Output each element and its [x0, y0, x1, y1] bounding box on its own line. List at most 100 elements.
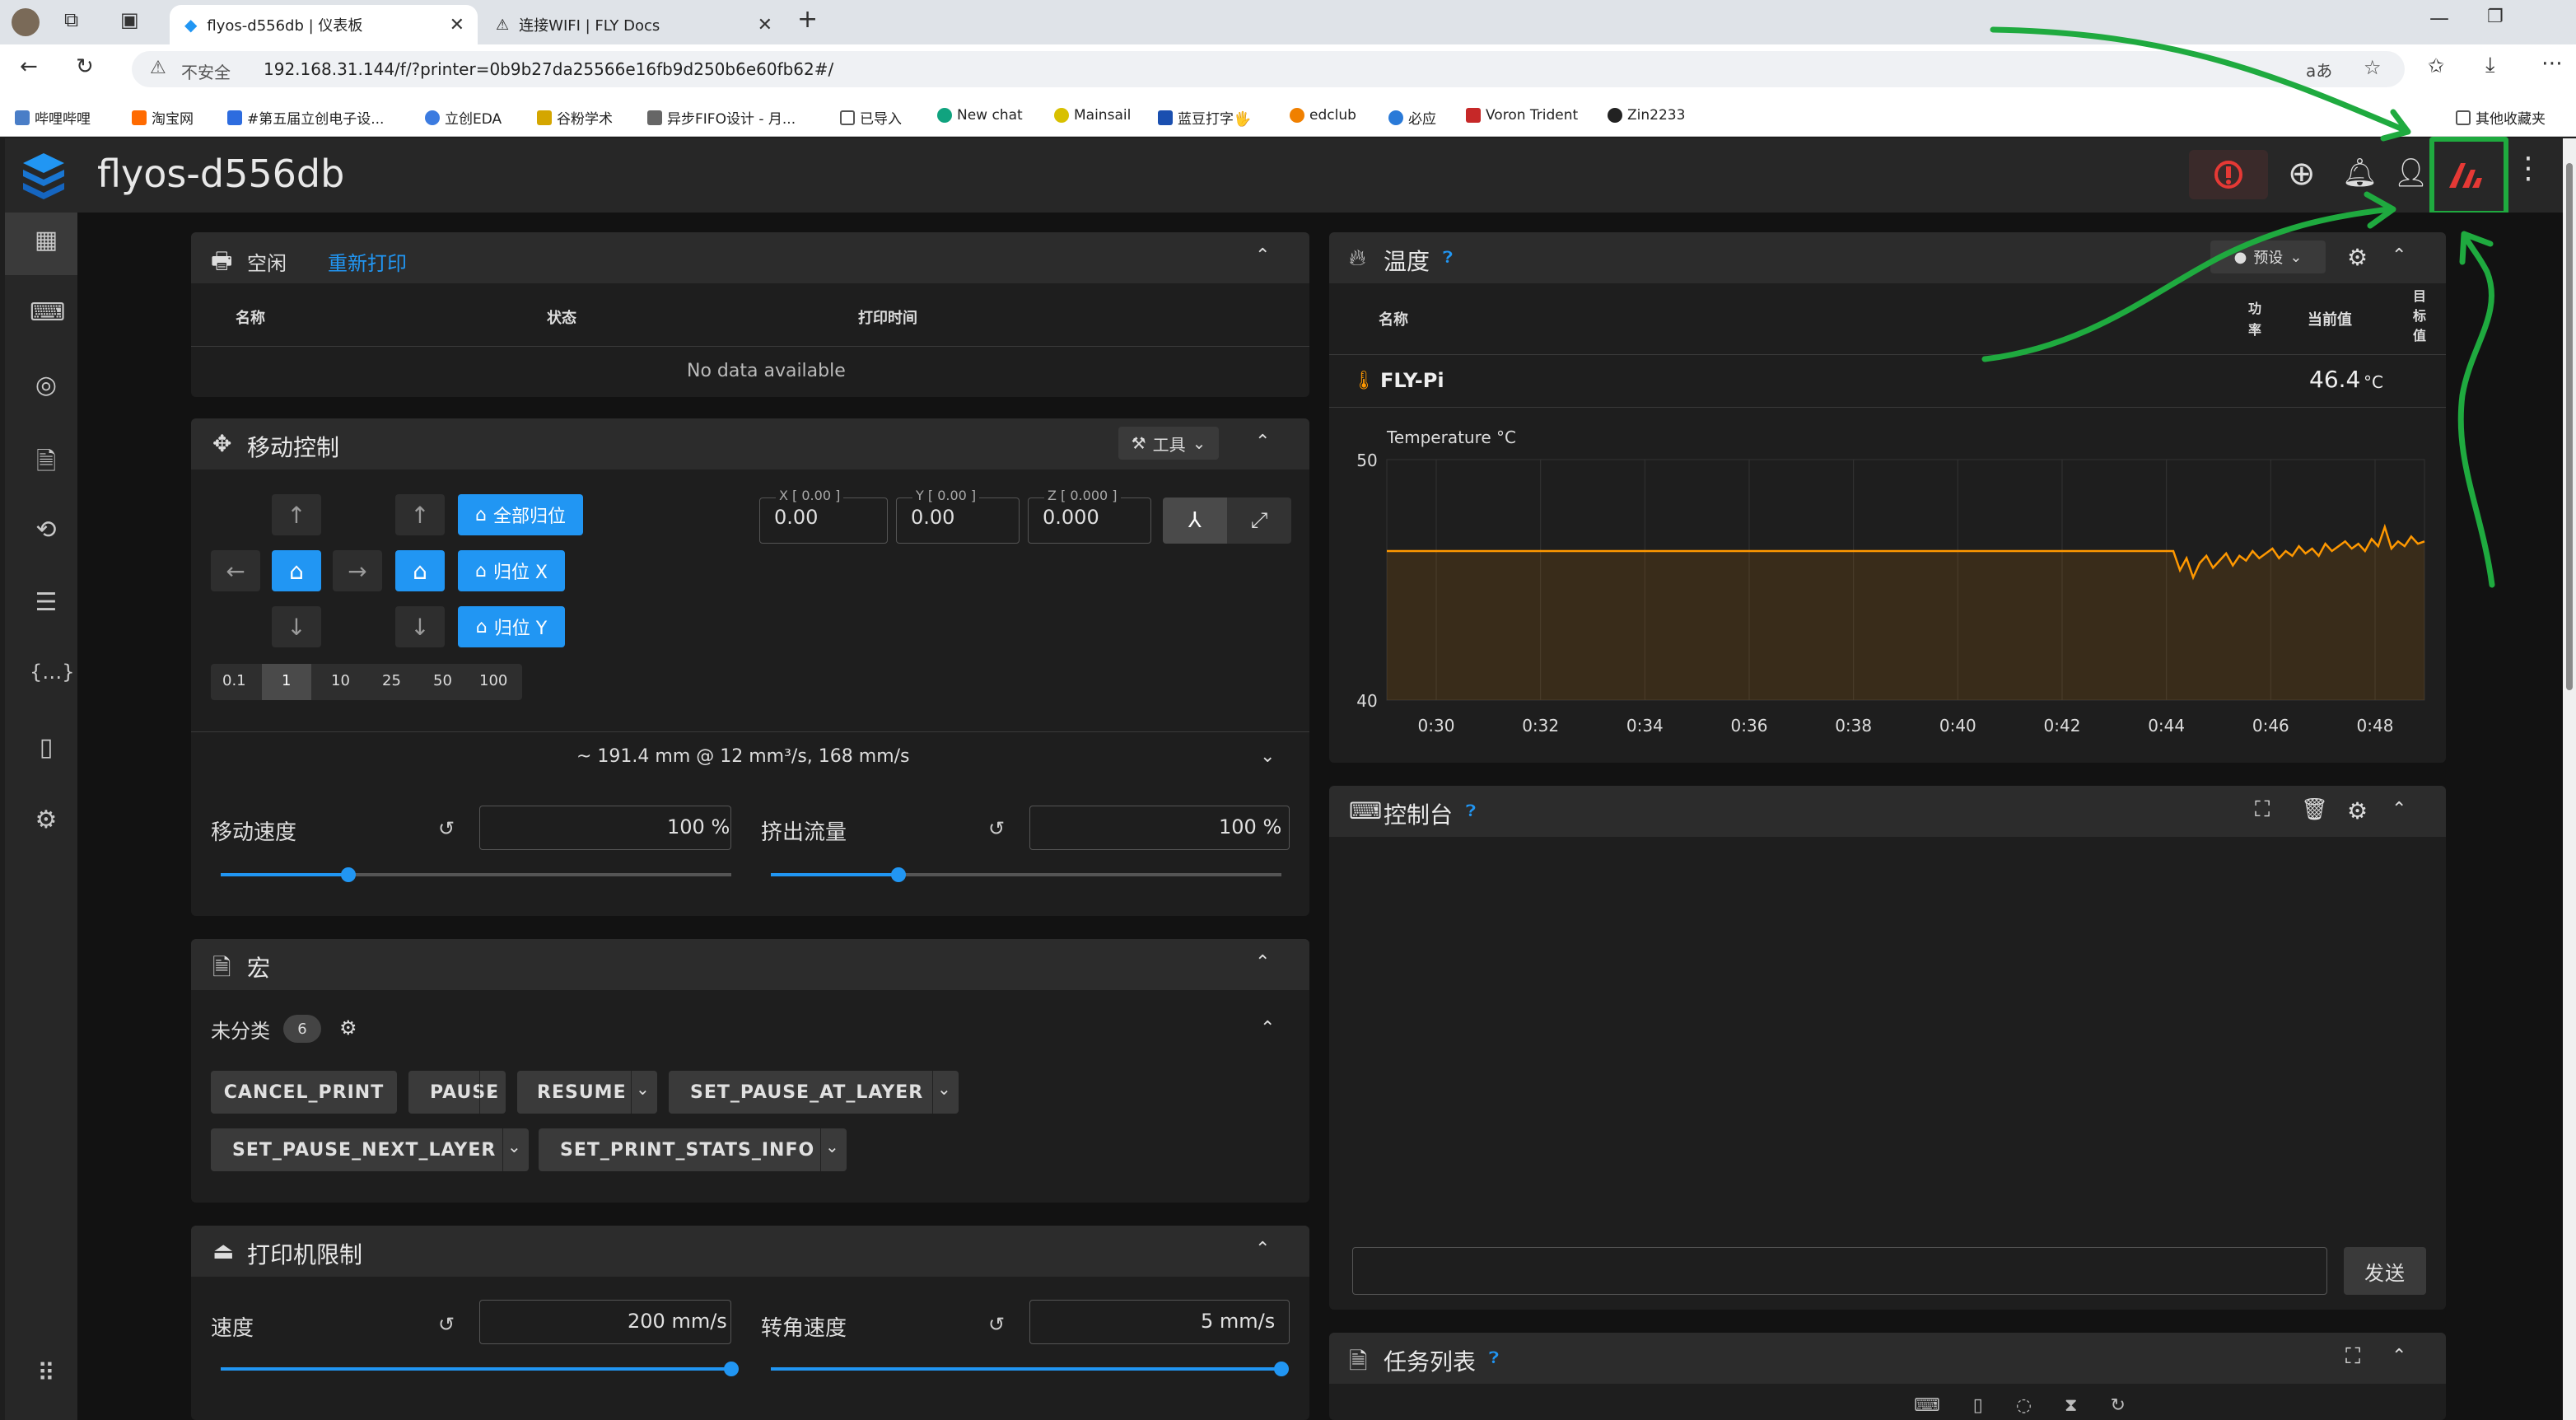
bookmark-bing[interactable]: 必应 [1388, 107, 1436, 128]
move-x-plus-button[interactable]: → [333, 550, 382, 591]
collapse-icon[interactable]: ⌃ [2392, 799, 2406, 820]
read-aloud-icon[interactable]: aあ [2306, 58, 2332, 82]
expand-button[interactable]: ⤢ [1227, 497, 1291, 544]
home-x-button[interactable]: ⌂ 归位 X [458, 550, 565, 591]
macro-set-print-stats-info-button[interactable]: SET_PRINT_STATS_INFO [539, 1128, 847, 1171]
column-header-power[interactable]: 功率 [2248, 298, 2263, 341]
tune-icon[interactable]: ☰ [30, 588, 63, 617]
heightmap-icon[interactable]: ◎ [30, 371, 63, 399]
collapse-icon[interactable]: ⌃ [1255, 432, 1270, 452]
tab-actions-icon[interactable]: ▣ [120, 8, 139, 31]
bookmark-taobao[interactable]: 淘宝网 [132, 107, 194, 128]
column-header-current[interactable]: 当前值 [2308, 308, 2352, 329]
reset-speed-icon[interactable]: ↺ [438, 1313, 455, 1336]
help-icon[interactable]: ❓︎ [1443, 247, 1453, 267]
url-field[interactable]: ⚠ 不安全 192.168.31.144/f/?printer=0b9b27da… [132, 51, 2405, 87]
temperature-chart[interactable]: Temperature °C 0:30 0:32 0:34 0:36 0:38 0:40 0:… [1329, 410, 2446, 756]
minimize-icon[interactable]: — [2429, 7, 2449, 30]
emergency-stop-button[interactable] [2189, 150, 2268, 199]
reload-icon[interactable]: ↻ [76, 54, 94, 79]
corner-speed-knob[interactable] [1274, 1362, 1289, 1376]
bookmark-imported[interactable]: 已导入 [840, 107, 902, 128]
home-z-button[interactable]: ⌂ [395, 550, 445, 591]
history-icon[interactable]: ⟲ [30, 516, 63, 544]
collapse-icon[interactable]: ⌃ [2392, 1346, 2406, 1366]
tab-fly-docs[interactable]: ⚠ 连接WIFI | FLY Docs ✕ [481, 5, 786, 44]
app-logo-icon[interactable] [21, 152, 66, 199]
chevron-down-icon[interactable]: ⌄ [1260, 746, 1275, 767]
collapse-icon[interactable]: ⌃ [2392, 245, 2406, 266]
favorite-star-icon[interactable]: ☆ [2364, 56, 2382, 79]
bookmark-fifo[interactable]: 异步FIFO设计 - 月... [647, 107, 796, 128]
collapse-icon[interactable]: ⌃ [1255, 245, 1270, 266]
move-y-plus-button[interactable]: ↑ [272, 494, 321, 535]
page-scrollbar[interactable] [2563, 138, 2576, 1420]
step-1[interactable]: 1 [282, 672, 291, 689]
favorites-icon[interactable]: ✩ [2428, 54, 2444, 77]
trash-icon[interactable]: 🗑︎ [2301, 797, 2328, 822]
macro-group-label[interactable]: 未分类 [211, 1015, 270, 1044]
gear-icon[interactable]: ⚙ [339, 1016, 357, 1039]
apps-grid-icon[interactable]: ⠿ [30, 1359, 63, 1388]
column-header-name[interactable]: 名称 [1379, 308, 1408, 329]
speed-slider-knob[interactable] [341, 867, 356, 882]
reset-speed-icon[interactable]: ↺ [438, 817, 455, 840]
send-button[interactable]: 发送 [2344, 1247, 2426, 1295]
flow-slider-knob[interactable] [891, 867, 906, 882]
column-header-status[interactable]: 状态 [547, 306, 576, 328]
chevron-down-icon[interactable]: ⌄ [484, 1079, 498, 1099]
console-icon[interactable]: ⌨ [30, 298, 65, 327]
help-icon[interactable]: ❓︎ [1489, 1348, 1499, 1367]
bookmark-gufen[interactable]: 谷粉学术 [537, 107, 613, 128]
step-100[interactable]: 100 [479, 672, 507, 689]
back-icon[interactable]: ← [20, 54, 38, 79]
move-z-plus-button[interactable]: ↑ [395, 494, 445, 535]
step-0.1[interactable]: 0.1 [222, 672, 246, 689]
collapse-icon[interactable]: ⌃ [1255, 1239, 1270, 1259]
chevron-down-icon[interactable]: ⌄ [507, 1137, 521, 1156]
config-icon[interactable]: {…} [30, 661, 75, 684]
fly-brand-icon[interactable] [2446, 158, 2485, 191]
bookmark-new-chat[interactable]: New chat [937, 107, 1023, 124]
home-y-button[interactable]: ⌂ 归位 Y [458, 606, 565, 647]
profile-avatar[interactable] [12, 8, 40, 36]
bookmark-edclub[interactable]: edclub [1290, 107, 1356, 124]
scrollbar-thumb[interactable] [2566, 163, 2573, 690]
kinematics-button[interactable]: ⅄ [1163, 497, 1227, 544]
bookmark-github[interactable]: Zin2233 [1608, 107, 1685, 124]
home-xy-button[interactable]: ⌂ [272, 550, 321, 591]
sensor-name[interactable]: FLY-Pi [1380, 369, 1444, 392]
bookmark-lceda-contest[interactable]: #第五届立创电子设... [227, 107, 384, 128]
fullscreen-icon[interactable]: ⛶ [2255, 797, 2270, 823]
new-tab-button[interactable]: + [797, 5, 818, 34]
step-25[interactable]: 25 [382, 672, 401, 689]
macro-set-pause-at-layer-button[interactable]: SET_PAUSE_AT_LAYER [669, 1071, 959, 1114]
move-y-minus-button[interactable]: ↓ [272, 606, 321, 647]
files-icon[interactable]: 🗎︎ [30, 443, 63, 485]
help-icon[interactable]: ❓︎ [1466, 801, 1476, 820]
close-icon[interactable]: ✕ [758, 15, 772, 35]
column-header-time[interactable]: 打印时间 [858, 306, 917, 328]
chevron-down-icon[interactable]: ⌄ [825, 1137, 839, 1156]
home-all-button[interactable]: ⌂ 全部归位 [458, 494, 583, 535]
reset-corner-icon[interactable]: ↺ [988, 1313, 1005, 1336]
dashboard-icon[interactable]: ▦ [30, 226, 63, 255]
collapse-icon[interactable]: ⌃ [1260, 1018, 1275, 1039]
bookmark-voron[interactable]: Voron Trident [1466, 107, 1578, 124]
download-icon[interactable]: ⤓ [2485, 53, 2495, 78]
close-icon[interactable]: ✕ [450, 15, 464, 35]
macro-cancel-print-button[interactable]: CANCEL_PRINT [211, 1071, 397, 1114]
limit-speed-knob[interactable] [724, 1362, 739, 1376]
reset-flow-icon[interactable]: ↺ [988, 817, 1005, 840]
bookmark-typing[interactable]: 蓝豆打字🖐 [1158, 107, 1251, 128]
move-z-minus-button[interactable]: ↓ [395, 606, 445, 647]
macro-set-pause-next-layer-button[interactable]: SET_PAUSE_NEXT_LAYER [211, 1128, 529, 1171]
tools-menu-button[interactable]: ⚒ 工具 ⌄ [1118, 427, 1219, 460]
reprint-link[interactable]: 重新打印 [328, 247, 407, 276]
step-10[interactable]: 10 [331, 672, 350, 689]
bookmark-mainsail[interactable]: Mainsail [1054, 107, 1131, 124]
user-icon[interactable]: 👤︎ [2393, 156, 2429, 189]
maximize-icon[interactable]: ❐ [2487, 7, 2504, 27]
preset-menu-button[interactable]: ● 预设 ⌄ [2210, 241, 2326, 273]
other-favorites[interactable]: 其他收藏夹 [2456, 107, 2546, 128]
